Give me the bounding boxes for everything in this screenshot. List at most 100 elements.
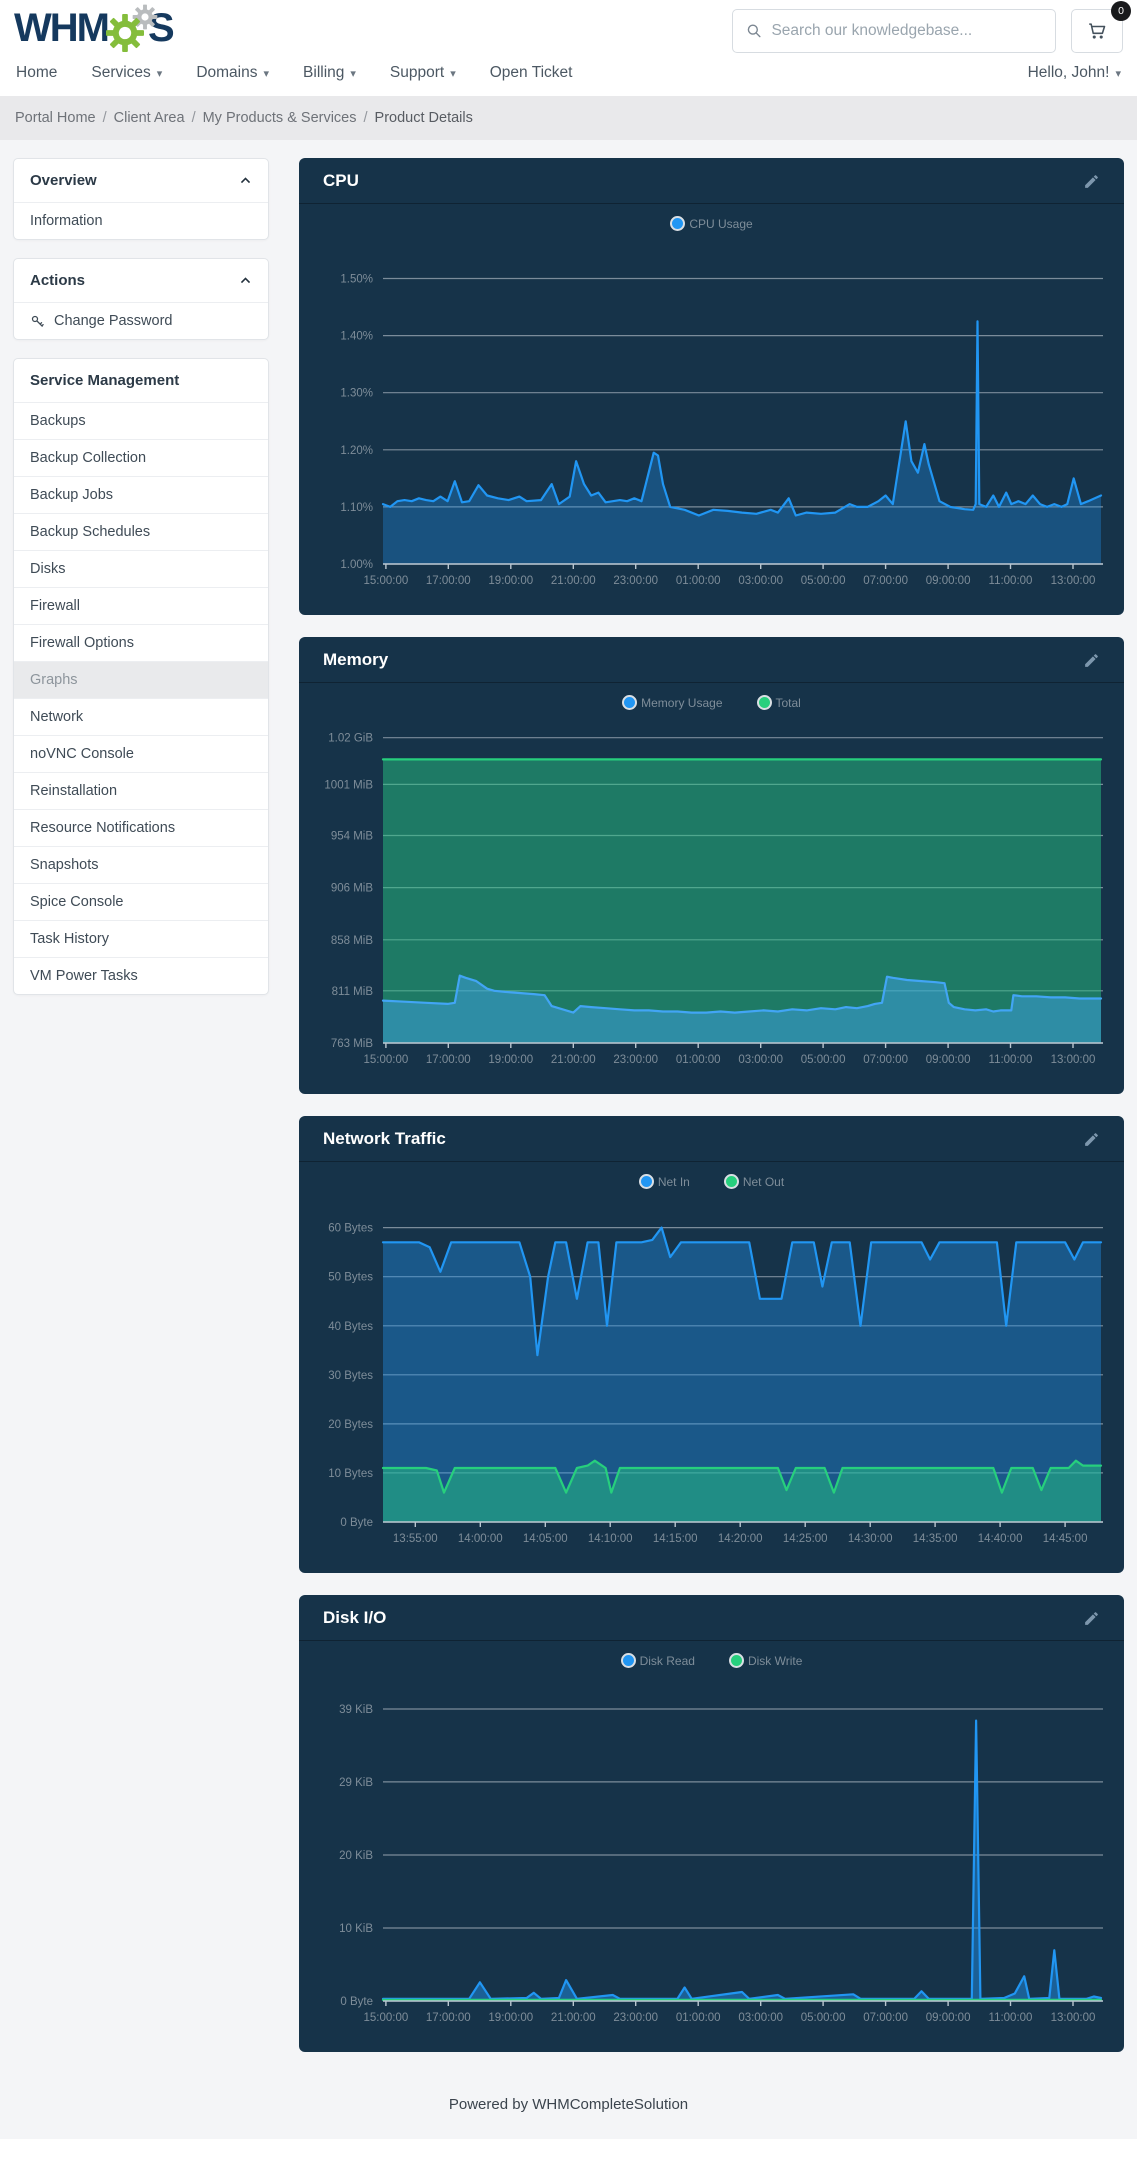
sidebar-item-snapshots[interactable]: Snapshots	[14, 846, 268, 883]
sidebar-item-firewall[interactable]: Firewall	[14, 587, 268, 624]
account-menu[interactable]: Hello, John! ▾	[1028, 64, 1121, 82]
greeting-label: Hello, John!	[1027, 64, 1110, 81]
nav-item-services[interactable]: Services ▾	[91, 64, 162, 82]
chart-canvas: 39 KiB 29 KiB 20 KiB 10 KiB 0 Byte 15:00:00 17…	[339, 1704, 1103, 2024]
nav-item-billing[interactable]: Billing ▾	[303, 64, 356, 82]
svg-text:05:00:00: 05:00:00	[801, 1054, 846, 1066]
chart-area: 60 Bytes 50 Bytes 40 Bytes 30 Bytes 20 Bytes…	[299, 1194, 1124, 1573]
sidebar-item-backup-collection[interactable]: Backup Collection	[14, 439, 268, 476]
card-title: Service Management	[30, 372, 180, 389]
card-title: Actions	[30, 272, 86, 289]
nav-item-domains[interactable]: Domains ▾	[196, 64, 269, 82]
cart-button[interactable]: 0	[1071, 1, 1131, 53]
svg-text:15:00:00: 15:00:00	[364, 1054, 409, 1066]
legend-item[interactable]: CPU Usage	[670, 216, 753, 231]
edit-icon[interactable]	[1083, 1610, 1100, 1627]
sidebar-item-label: Task History	[30, 931, 109, 947]
footer-text: Powered by WHMCompleteSolution	[448, 2096, 689, 2113]
chart-legend: Disk Read Disk Write	[299, 1641, 1124, 1673]
caret-down-icon: ▾	[263, 67, 270, 80]
legend-dot	[638, 1174, 654, 1189]
svg-text:14:10:00: 14:10:00	[588, 1533, 633, 1545]
nav-label: Home	[16, 64, 58, 81]
legend-item[interactable]: Disk Write	[728, 1653, 802, 1668]
overview-card: Overview Information	[13, 158, 269, 240]
sidebar-item-backup-jobs[interactable]: Backup Jobs	[14, 476, 268, 513]
svg-text:0 Byte: 0 Byte	[340, 1996, 373, 2008]
breadcrumb-my-products[interactable]: My Products & Services	[203, 110, 357, 126]
breadcrumb-separator: /	[102, 110, 107, 126]
logo-gear-cluster	[105, 4, 158, 54]
sidebar-item-firewall-options[interactable]: Firewall Options	[14, 624, 268, 661]
svg-text:17:00:00: 17:00:00	[426, 575, 471, 587]
svg-text:01:00:00: 01:00:00	[676, 2012, 721, 2024]
search-input[interactable]	[771, 22, 1042, 40]
legend-item[interactable]: Net Out	[723, 1174, 784, 1189]
actions-card-header[interactable]: Actions	[14, 259, 268, 302]
svg-text:19:00:00: 19:00:00	[488, 2012, 533, 2024]
caret-down-icon: ▾	[1115, 67, 1121, 80]
svg-text:1.10%: 1.10%	[340, 502, 373, 514]
nav-item-home[interactable]: Home	[16, 64, 57, 82]
sidebar-item-disks[interactable]: Disks	[14, 550, 268, 587]
panel-title: Disk I/O	[323, 1608, 387, 1627]
legend-item[interactable]: Net In	[638, 1174, 690, 1189]
svg-text:11:00:00: 11:00:00	[989, 2012, 1033, 2024]
breadcrumb-separator: /	[191, 110, 196, 126]
legend-dot	[728, 1653, 744, 1668]
svg-text:19:00:00: 19:00:00	[488, 1054, 533, 1066]
breadcrumb-client-area[interactable]: Client Area	[114, 110, 185, 126]
svg-text:03:00:00: 03:00:00	[738, 575, 783, 587]
nav-item-open-ticket[interactable]: Open Ticket	[490, 64, 573, 82]
caret-down-icon: ▾	[350, 67, 356, 80]
panel-header: Disk I/O	[299, 1595, 1124, 1641]
legend-label: Net In	[657, 1174, 690, 1189]
sidebar-item-spice-console[interactable]: Spice Console	[14, 883, 268, 920]
sidebar-item-vm-power-tasks[interactable]: VM Power Tasks	[14, 957, 268, 994]
sidebar-item-information[interactable]: Information	[14, 202, 268, 239]
nav-item-support[interactable]: Support ▾	[390, 64, 456, 82]
sidebar-item-label: Resource Notifications	[30, 820, 176, 836]
main-content: CPU CPU Usage 1.50% 1.40% 1.30% 1.20% 1.10% 1…	[299, 158, 1124, 2074]
bottom-strip	[0, 2139, 1137, 2173]
svg-text:09:00:00: 09:00:00	[926, 2012, 971, 2024]
disk-io-panel: Disk I/O Disk Read Disk Write 39 KiB 29 Ki…	[299, 1595, 1124, 2052]
sidebar-item-network[interactable]: Network	[14, 698, 268, 735]
legend-dot	[723, 1174, 739, 1189]
sidebar-item-backups[interactable]: Backups	[14, 402, 268, 439]
svg-text:14:40:00: 14:40:00	[978, 1533, 1023, 1545]
whmcs-logo[interactable]: WHM S	[14, 4, 175, 54]
breadcrumb-portal-home[interactable]: Portal Home	[15, 110, 96, 126]
sidebar-item-graphs[interactable]: Graphs	[14, 661, 268, 698]
edit-icon[interactable]	[1083, 1131, 1100, 1148]
sidebar-item-resource-notifications[interactable]: Resource Notifications	[14, 809, 268, 846]
sidebar-item-label: VM Power Tasks	[30, 968, 138, 984]
svg-text:14:25:00: 14:25:00	[783, 1533, 828, 1545]
legend-item[interactable]: Memory Usage	[622, 695, 723, 710]
legend-item[interactable]: Total	[756, 695, 801, 710]
legend-dot	[670, 216, 686, 231]
chart-legend: CPU Usage	[299, 204, 1124, 236]
edit-icon[interactable]	[1083, 652, 1100, 669]
edit-icon[interactable]	[1083, 173, 1100, 190]
sidebar-item-label: Backups	[30, 413, 86, 429]
sidebar-item-task-history[interactable]: Task History	[14, 920, 268, 957]
top-header: WHM S Search our knowledgebase... 0	[0, 0, 1137, 58]
svg-text:20 KiB: 20 KiB	[339, 1850, 373, 1862]
svg-text:15:00:00: 15:00:00	[364, 2012, 409, 2024]
sidebar-item-novnc-console[interactable]: noVNC Console	[14, 735, 268, 772]
sidebar-item-reinstallation[interactable]: Reinstallation	[14, 772, 268, 809]
chevron-up-icon	[240, 177, 251, 184]
sidebar-item-label: Firewall	[30, 598, 80, 614]
overview-card-header[interactable]: Overview	[14, 159, 268, 202]
svg-text:03:00:00: 03:00:00	[738, 1054, 783, 1066]
sidebar-item-change-password[interactable]: Change Password	[14, 302, 268, 339]
breadcrumb: Portal Home / Client Area / My Products …	[0, 96, 1137, 140]
svg-text:07:00:00: 07:00:00	[863, 1054, 908, 1066]
legend-item[interactable]: Disk Read	[620, 1653, 695, 1668]
sidebar-item-label: Firewall Options	[30, 635, 134, 651]
sidebar-item-backup-schedules[interactable]: Backup Schedules	[14, 513, 268, 550]
svg-text:1.20%: 1.20%	[340, 445, 373, 457]
sidebar-item-label: Spice Console	[30, 894, 124, 910]
legend-label: Total	[775, 695, 801, 710]
